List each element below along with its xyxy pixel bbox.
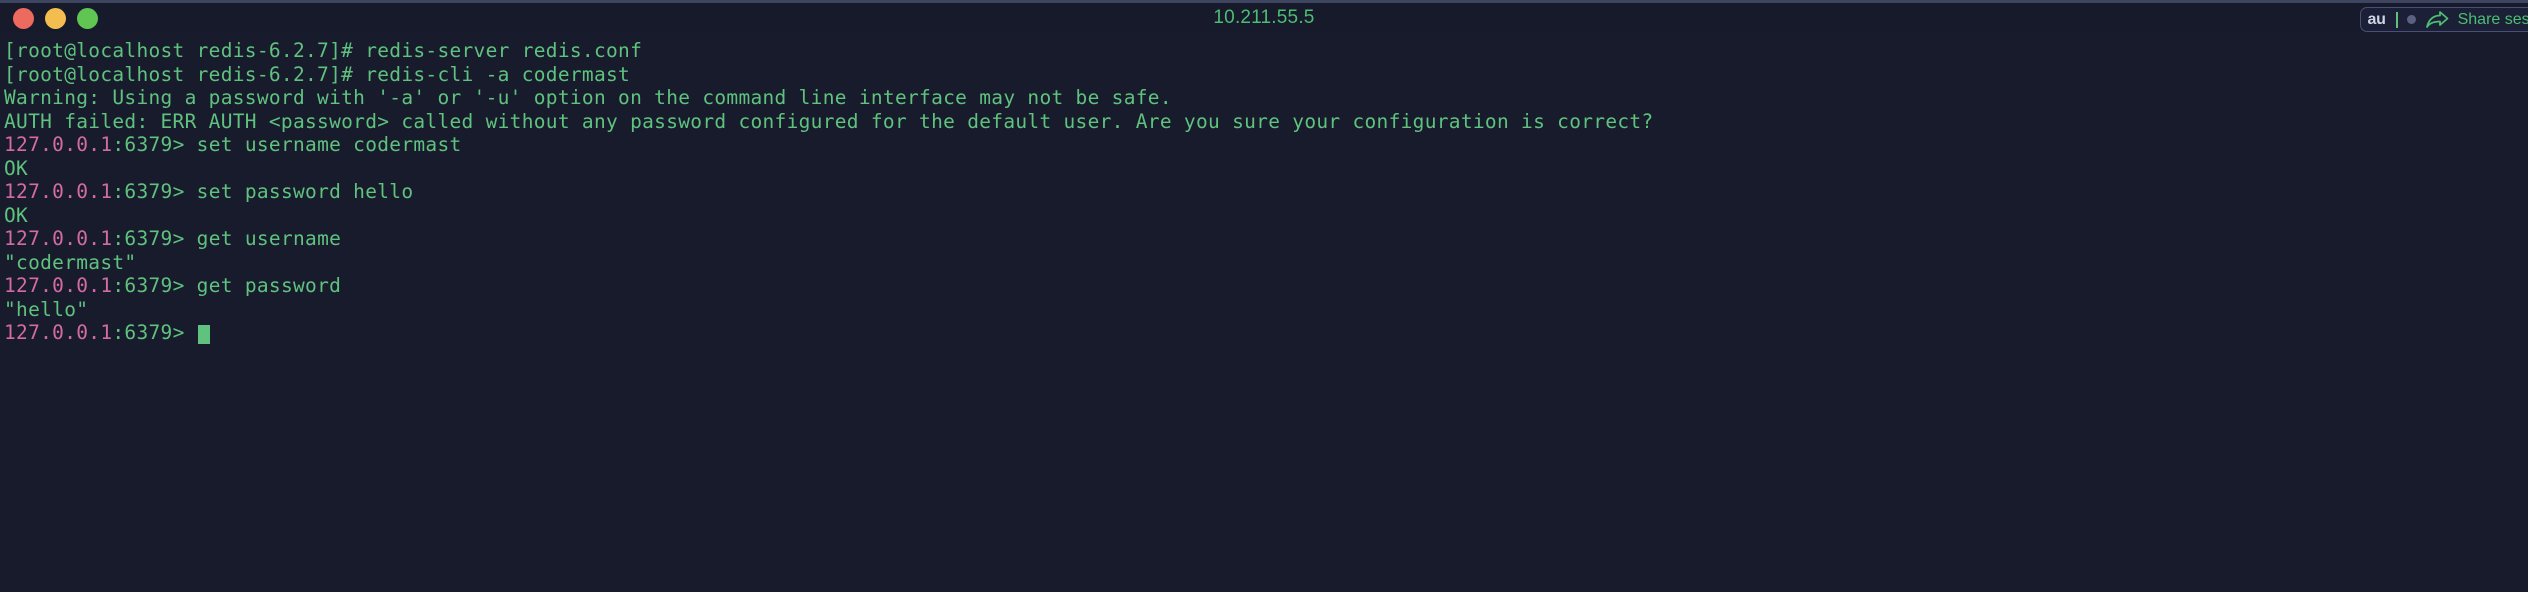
terminal-lines: [root@localhost redis-6.2.7]# redis-serv… [4, 39, 2528, 345]
terminal-text: OK [4, 203, 29, 227]
terminal-text: AUTH failed: ERR AUTH <password> called … [4, 109, 1654, 133]
terminal-text: OK [4, 156, 29, 180]
terminal-text: [root@localhost redis-6.2.7]# redis-serv… [4, 39, 643, 62]
prompt-host: 127.0.0.1 [4, 321, 113, 344]
minimize-button[interactable] [45, 7, 66, 29]
terminal-line: 127.0.0.1:6379> get password [4, 274, 2528, 298]
terminal-text: [root@localhost redis-6.2.7]# redis-cli … [4, 62, 631, 86]
terminal-command [185, 321, 197, 344]
terminal-line: 127.0.0.1:6379> set password hello [4, 180, 2528, 204]
block-cursor [197, 325, 210, 344]
terminal-line: Warning: Using a password with '-a' or '… [4, 86, 2528, 110]
terminal-text: "hello" [4, 297, 89, 321]
terminal-line: [root@localhost redis-6.2.7]# redis-cli … [4, 63, 2528, 87]
prompt-port: :6379> [112, 227, 185, 250]
prompt-port: :6379> [112, 180, 185, 203]
maximize-button[interactable] [77, 7, 98, 29]
text-cursor [2395, 11, 2398, 28]
status-dot-icon [2406, 15, 2416, 24]
terminal-command: get password [184, 274, 342, 297]
terminal-line: "hello" [4, 298, 2528, 322]
terminal-line: 127.0.0.1:6379> [4, 321, 2528, 345]
prompt-port: :6379> [112, 274, 185, 297]
prompt-host: 127.0.0.1 [4, 133, 113, 156]
title-bar: 10.211.55.5 au Share session [0, 3, 2528, 33]
terminal-text: "codermast" [4, 250, 137, 274]
share-session-label[interactable]: Share session [2458, 11, 2528, 29]
prompt-port: :6379> [112, 321, 185, 344]
terminal-line: "codermast" [4, 251, 2528, 275]
terminal-line: 127.0.0.1:6379> set username codermast [4, 133, 2528, 157]
window-title-container: 10.211.55.5 [0, 3, 2528, 33]
window-controls [0, 7, 98, 29]
terminal-line: AUTH failed: ERR AUTH <password> called … [4, 110, 2528, 134]
prompt-host: 127.0.0.1 [4, 180, 113, 203]
prompt-host: 127.0.0.1 [4, 274, 113, 297]
prompt-port: :6379> [112, 133, 185, 156]
terminal-command: set password hello [184, 180, 414, 203]
terminal-output[interactable]: [root@localhost redis-6.2.7]# redis-serv… [0, 33, 2528, 592]
terminal-text: Warning: Using a password with '-a' or '… [4, 86, 1172, 109]
terminal-line: 127.0.0.1:6379> get username [4, 227, 2528, 251]
session-input[interactable]: au [2368, 11, 2386, 29]
close-button[interactable] [13, 7, 34, 29]
terminal-line: OK [4, 157, 2528, 181]
terminal-line: [root@localhost redis-6.2.7]# redis-serv… [4, 39, 2528, 63]
share-session-bar[interactable]: au Share session [2359, 7, 2528, 32]
prompt-host: 127.0.0.1 [4, 227, 113, 250]
terminal-command: set username codermast [184, 133, 462, 156]
terminal-command: get username [184, 227, 342, 250]
share-arrow-icon[interactable] [2425, 10, 2449, 29]
window-title: 10.211.55.5 [1213, 7, 1315, 28]
terminal-window: 10.211.55.5 au Share session [root@local… [0, 0, 2528, 592]
terminal-line: OK [4, 204, 2528, 228]
